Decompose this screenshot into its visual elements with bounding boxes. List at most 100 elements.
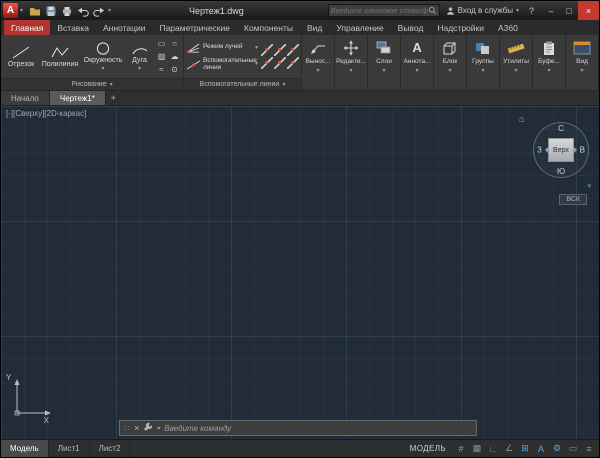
leader-panel-caret-icon: ▾ [317,67,320,74]
layers-panel[interactable]: Слои ▾ [368,35,401,90]
compass-east-label[interactable]: В [580,146,585,155]
command-close-icon[interactable]: × [134,423,139,433]
annotation-panel[interactable]: A Аннота... ▾ [401,35,434,90]
redo-button[interactable] [92,4,105,17]
model-space-toggle[interactable]: МОДЕЛЬ [402,440,454,457]
spline-icon[interactable]: ≈ [155,63,168,76]
line-label: Отрезок [8,61,34,68]
line-button[interactable]: Отрезок [3,45,39,68]
rectangle-icon[interactable]: ▭ [155,37,168,50]
undo-button[interactable] [76,4,89,17]
modify-panel-caret-icon: ▾ [350,67,353,74]
construction-panel-title[interactable]: Вспомогательные линии ▾ [184,78,301,90]
ray-mode-button[interactable]: Режим лучей ▾ [186,42,258,54]
groups-panel-label: Группы [472,58,494,65]
command-grip-icon[interactable]: ∷ [124,424,130,433]
construction-line-button[interactable]: Вспомогательные линии ▾ [186,58,258,72]
help-button[interactable]: ? [525,6,538,16]
new-drawing-tab-button[interactable]: + [106,91,121,105]
layout-tab-layout1[interactable]: Лист1 [49,440,90,457]
xline-variant-icon[interactable] [274,57,286,69]
drawing-area[interactable]: [-][Сверху][2D-каркас] ⌂ С Ю З В Верх ▾ … [1,106,599,439]
viewcube-menu-caret-icon[interactable]: ▾ [587,182,591,190]
rotate-right-arrow-icon[interactable] [574,147,580,153]
minimize-button[interactable]: – [542,1,560,20]
signin-caret-icon: ▾ [516,7,519,14]
modify-panel[interactable]: Редакти... ▾ [335,35,368,90]
statusbar-spacer [130,440,401,457]
signin-button[interactable]: Вход в службы ▾ [446,6,519,16]
arc-button[interactable]: Дуга ▾ [126,41,153,72]
clipboard-icon-wrap [540,38,558,58]
ruler-icon [507,40,525,56]
app-menu-caret-icon[interactable]: ▾ [20,7,23,14]
customize-icon[interactable]: ≡ [582,444,596,454]
command-customize-button[interactable] [143,419,153,437]
point-icon[interactable]: ⊙ [168,63,181,76]
viewcube-top-face[interactable]: Верх [548,138,574,162]
ellipse-icon[interactable]: ○ [168,37,181,50]
save-icon [45,5,57,17]
polar-icon[interactable]: ∠ [502,443,516,454]
ribbon-tab-view[interactable]: Вид [300,20,329,35]
ortho-icon[interactable]: ∟ [486,444,500,454]
view-window-icon [573,40,591,56]
utilities-panel[interactable]: Утилиты ▾ [500,35,533,90]
ribbon-tab-manage[interactable]: Управление [329,20,390,35]
save-button[interactable] [44,4,57,17]
layout-tab-layout2[interactable]: Лист2 [90,440,131,457]
search-input[interactable] [331,6,428,15]
home-icon[interactable]: ⌂ [519,114,524,124]
xline-variant-icon[interactable] [287,57,299,69]
file-tab-drawing1[interactable]: Чертеж1* [50,91,106,105]
circle-label: Окружность [84,57,123,64]
xline-variant-icon[interactable] [261,44,273,56]
viewport-controls[interactable]: [-][Сверху][2D-каркас] [6,109,86,118]
qat-dropdown-caret-icon[interactable]: ▾ [108,7,111,14]
viewcube[interactable]: ⌂ С Ю З В Верх ▾ [519,112,591,190]
workspace-gear-icon[interactable]: ⚙ [550,443,564,454]
command-recent-caret-icon[interactable]: ▾ [157,425,160,432]
grid-icon[interactable]: # [454,444,468,454]
ribbon-tab-parametric[interactable]: Параметрические [152,20,237,35]
clean-screen-icon[interactable]: ▭ [566,443,580,454]
block-panel[interactable]: Блок ▾ [434,35,467,90]
close-button[interactable]: × [578,1,599,20]
ribbon-tab-components[interactable]: Компоненты [237,20,300,35]
ucs-selector[interactable]: ВСК [559,194,587,205]
compass-south-label[interactable]: Ю [557,167,565,176]
polyline-button[interactable]: Полилиния [40,45,80,68]
search-icon[interactable] [428,6,437,15]
compass-north-label[interactable]: С [558,124,564,133]
osnap-icon[interactable]: ⊞ [518,443,532,454]
ribbon-tab-a360[interactable]: A360 [491,20,525,35]
layout-tab-model[interactable]: Модель [1,440,49,457]
circle-button[interactable]: Окружность ▾ [81,41,125,72]
file-tab-start[interactable]: Начало [1,91,50,105]
ribbon-tab-output[interactable]: Вывод [391,20,431,35]
leader-panel[interactable]: Вынос... ▾ [302,35,335,90]
snap-icon[interactable]: ▦ [470,443,484,454]
xline-variant-icon[interactable] [274,44,286,56]
command-line[interactable]: ∷ × ▾ Введите команду [119,420,477,436]
ribbon-tab-home[interactable]: Главная [4,20,50,35]
draw-panel-title[interactable]: Рисование ▾ [1,78,183,90]
annotation-panel-caret-icon: ▾ [416,67,419,74]
app-menu-button[interactable]: A [3,3,18,18]
xline-variant-icon[interactable] [261,57,273,69]
maximize-button[interactable]: □ [560,1,578,20]
ribbon-tab-insert[interactable]: Вставка [50,20,96,35]
hatch-icon[interactable]: ▨ [155,50,168,63]
print-button[interactable] [60,4,73,17]
revision-cloud-icon[interactable]: ☁ [168,50,181,63]
annotation-icon[interactable]: A [534,444,548,454]
clipboard-panel[interactable]: Буфе... ▾ [533,35,566,90]
ribbon-tab-addins[interactable]: Надстройки [430,20,491,35]
ribbon-tab-annotate[interactable]: Аннотации [96,20,153,35]
groups-panel[interactable]: Группы ▾ [467,35,500,90]
open-button[interactable] [28,4,41,17]
command-input[interactable]: Введите команду [164,424,231,433]
xline-variant-icon[interactable] [287,44,299,56]
view-panel[interactable]: Вид ▾ [566,35,599,90]
viewcube-compass[interactable]: С Ю З В Верх [533,122,589,178]
